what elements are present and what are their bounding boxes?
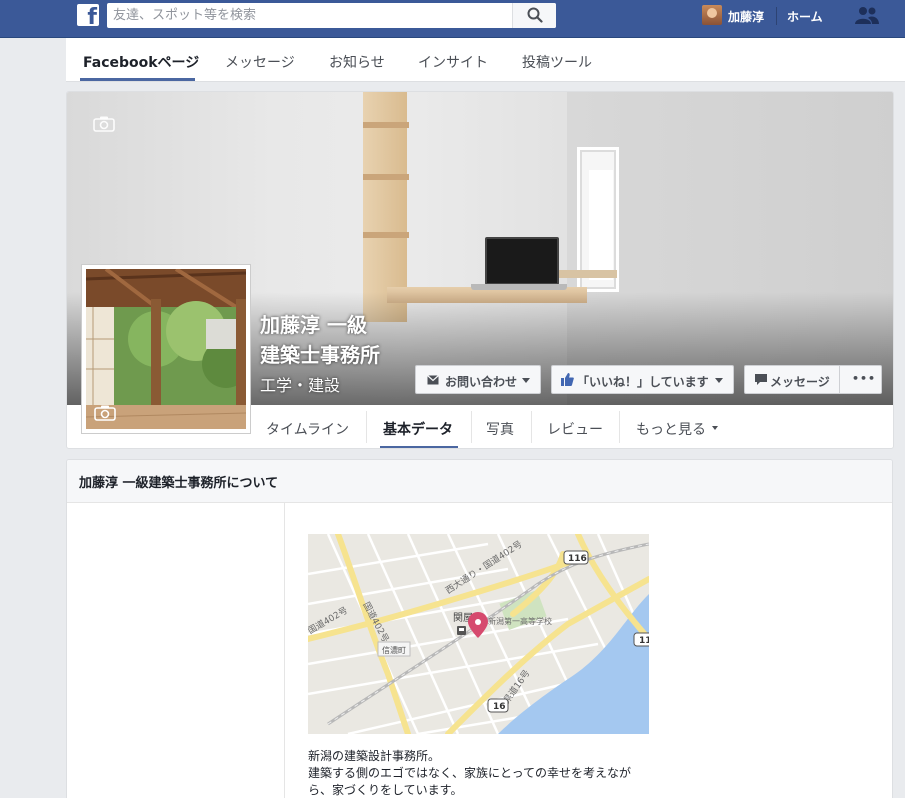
- divider: [284, 503, 285, 798]
- chevron-down-icon: [712, 426, 718, 430]
- page-category[interactable]: 工学・建設: [260, 372, 340, 396]
- cover-shelf: [363, 232, 409, 238]
- message-bubble-icon: [755, 374, 767, 385]
- location-map[interactable]: 西大通り・国道402号 国道402号 国道402号 関屋 新潟第一高等学校 信濃…: [308, 534, 649, 734]
- about-header: 加藤淳 一級建築士事務所について: [67, 460, 892, 503]
- more-dots-icon: •••: [852, 372, 877, 385]
- tab-facebook-page[interactable]: Facebookページ: [83, 52, 199, 72]
- avatar[interactable]: [702, 5, 722, 25]
- cover-window-pane: [589, 170, 613, 280]
- description-line: ら、家づくりをしています。: [308, 783, 463, 797]
- map-label-shinanomachi: 信濃町: [382, 645, 406, 655]
- search-icon: [527, 7, 543, 23]
- page-title[interactable]: 加藤淳 一級 建築士事務所: [260, 310, 420, 370]
- about-section: 加藤淳 一級建築士事務所について 西大通り・国道402号 国道402号 国道40…: [66, 459, 893, 798]
- page-title-line-2: 建築士事務所: [260, 343, 380, 367]
- change-profile-camera-icon[interactable]: [94, 405, 116, 421]
- profile-photo-image: [86, 269, 246, 429]
- envelope-icon: [427, 375, 439, 385]
- chevron-down-icon: [522, 378, 530, 383]
- search-box: [107, 3, 556, 28]
- description-line: 新潟の建築設計事務所。: [308, 749, 441, 763]
- map-shield-16: 16: [493, 702, 506, 712]
- tab-more[interactable]: もっと見る: [636, 419, 706, 439]
- map-shield-11: 11: [639, 636, 649, 646]
- change-cover-camera-icon[interactable]: [93, 116, 115, 132]
- contact-button[interactable]: お問い合わせ: [415, 365, 541, 394]
- tab-photos[interactable]: 写真: [486, 419, 514, 439]
- thumbs-up-icon: [561, 373, 574, 386]
- friend-requests-icon[interactable]: [855, 6, 879, 24]
- search-button[interactable]: [512, 3, 556, 28]
- search-input[interactable]: [113, 3, 513, 28]
- divider: [619, 411, 620, 443]
- tab-notifications[interactable]: お知らせ: [329, 52, 385, 72]
- page-description: 新潟の建築設計事務所。 建築する側のエゴではなく、家族にとっての幸せを考えなが …: [308, 748, 648, 798]
- liked-button-label: 「いいね！」しています: [577, 375, 709, 389]
- page-title-line-1: 加藤淳 一級: [260, 313, 367, 337]
- about-title: 加藤淳 一級建築士事務所について: [79, 476, 279, 491]
- description-line: 建築する側のエゴではなく、家族にとっての幸せを考えなが: [308, 766, 632, 780]
- more-actions-button[interactable]: •••: [840, 365, 882, 394]
- home-link[interactable]: ホーム: [787, 8, 823, 25]
- tab-insights[interactable]: インサイト: [418, 52, 488, 72]
- contact-button-label: お問い合わせ: [445, 375, 518, 389]
- cover-laptop-base: [471, 284, 567, 290]
- divider: [776, 7, 777, 25]
- profile-picture[interactable]: [81, 264, 251, 434]
- cover-window-sill: [559, 270, 617, 278]
- cover-shelf: [363, 174, 409, 180]
- user-name-link[interactable]: 加藤淳: [728, 8, 764, 25]
- page-admin-nav: Facebookページ メッセージ お知らせ インサイト 投稿ツール: [66, 38, 905, 82]
- divider: [471, 411, 472, 443]
- tab-publishing-tools[interactable]: 投稿ツール: [522, 52, 592, 72]
- page-header-card: 加藤淳 一級 建築士事務所 工学・建設 お問い合わせ 「いいね！」しています メ…: [66, 91, 894, 449]
- active-tab-indicator: [380, 446, 458, 448]
- tab-about[interactable]: 基本データ: [383, 419, 453, 439]
- active-tab-indicator: [80, 78, 195, 81]
- liked-button[interactable]: 「いいね！」しています: [551, 365, 734, 394]
- cover-shelf: [363, 122, 409, 128]
- map-label-school: 新潟第一高等学校: [488, 616, 552, 626]
- tab-reviews[interactable]: レビュー: [547, 419, 603, 439]
- divider: [366, 411, 367, 443]
- top-bar: f 加藤淳 ホーム: [0, 0, 905, 38]
- message-button[interactable]: メッセージ: [744, 365, 840, 394]
- page-sections-nav: タイムライン 基本データ 写真 レビュー もっと見る: [251, 405, 893, 448]
- tab-timeline[interactable]: タイムライン: [266, 419, 349, 439]
- tab-messages[interactable]: メッセージ: [225, 52, 295, 72]
- divider: [531, 411, 532, 443]
- message-button-label: メッセージ: [770, 375, 830, 389]
- chevron-down-icon: [715, 378, 723, 383]
- cover-laptop-screen: [485, 237, 559, 285]
- map-shield-116: 116: [568, 554, 587, 564]
- facebook-logo-icon[interactable]: f: [77, 4, 99, 26]
- map-drawing: 西大通り・国道402号 国道402号 国道402号 関屋 新潟第一高等学校 信濃…: [308, 534, 649, 734]
